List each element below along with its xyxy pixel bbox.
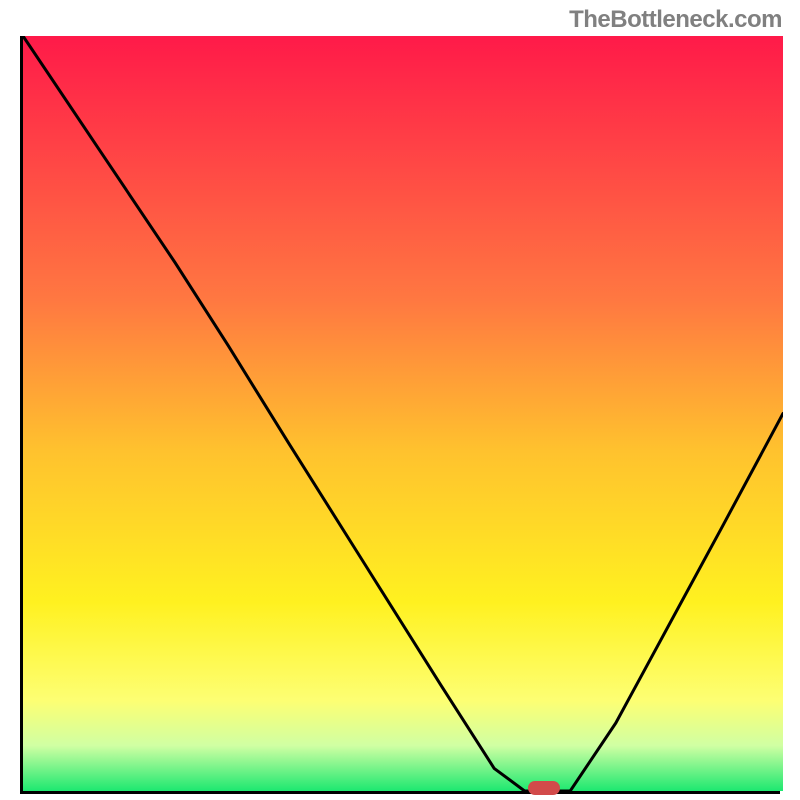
watermark-text: TheBottleneck.com — [569, 6, 782, 34]
chart-axes — [20, 36, 780, 794]
plot-area — [23, 36, 780, 791]
curve-line — [23, 36, 783, 791]
target-marker — [528, 781, 560, 795]
gradient-background — [23, 36, 783, 791]
